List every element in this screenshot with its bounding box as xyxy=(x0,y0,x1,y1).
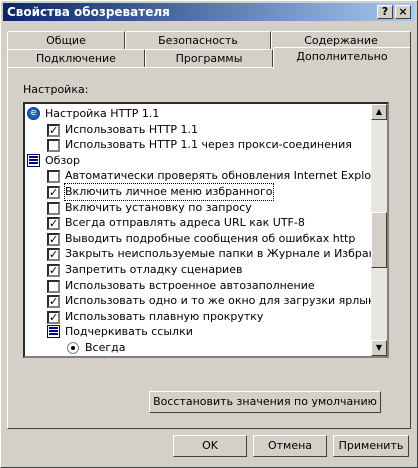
window-title: Свойства обозревателя xyxy=(7,5,170,19)
scroll-thumb[interactable] xyxy=(371,212,387,268)
apply-button[interactable]: Применить xyxy=(333,435,409,457)
settings-item-label: Использовать HTTP 1.1 xyxy=(65,122,199,136)
settings-item-label: Закрыть неиспользуемые папки в Журнале и… xyxy=(65,247,389,261)
checkbox-unchecked[interactable] xyxy=(47,139,60,153)
settings-item-label: Всегда отправлять адреса URL как UTF-8 xyxy=(65,216,305,230)
settings-item-label: Использовать HTTP 1.1 через прокси-соеди… xyxy=(65,138,352,152)
help-button[interactable]: ? xyxy=(377,5,393,19)
tab-connections[interactable]: Подключение xyxy=(7,49,145,67)
checkbox-checked[interactable]: ✓ xyxy=(47,186,60,199)
settings-item-label: Выводить подробные сообщения об ошибках … xyxy=(65,231,356,245)
tab-general[interactable]: Общие xyxy=(7,31,125,49)
close-button[interactable]: × xyxy=(395,5,411,19)
settings-item-label: Использовать одно и то же окно для загру… xyxy=(65,294,388,308)
internet-explorer-icon: e xyxy=(27,107,40,120)
checkbox-unchecked[interactable] xyxy=(47,279,60,293)
checkbox-checked[interactable]: ✓ xyxy=(47,295,60,309)
restore-defaults-button[interactable]: Восстановить значения по умолчанию xyxy=(149,391,381,413)
settings-item-label: Использовать встроенное автозаполнение xyxy=(65,278,315,292)
checkbox-unchecked[interactable] xyxy=(47,201,60,215)
settings-item-label: Использовать плавную прокрутку xyxy=(65,309,264,323)
vertical-scrollbar[interactable]: ▲ ▼ xyxy=(371,104,387,356)
cancel-button[interactable]: Отмена xyxy=(253,435,327,457)
checkbox-checked[interactable]: ✓ xyxy=(47,264,60,277)
ok-button[interactable]: OK xyxy=(173,435,247,457)
settings-item-label: Автоматически проверять обновления Inter… xyxy=(65,169,389,183)
settings-item-label: Включить установку по запросу xyxy=(65,200,252,214)
settings-label: Настройка: xyxy=(23,83,89,96)
settings-item-label: Подчеркивать ссылки xyxy=(65,325,193,339)
tab-security[interactable]: Безопасность xyxy=(125,31,271,49)
radio-button-selected[interactable] xyxy=(67,342,79,354)
scroll-down-button[interactable]: ▼ xyxy=(371,340,387,356)
tab-programs[interactable]: Программы xyxy=(145,49,273,67)
settings-item-label: Настройка HTTP 1.1 xyxy=(45,107,160,120)
internet-options-dialog: Свойства обозревателя ? × Общие Безопасн… xyxy=(0,0,418,468)
scroll-up-button[interactable]: ▲ xyxy=(371,104,387,120)
checkbox-checked[interactable]: ✓ xyxy=(47,232,60,246)
settings-item-label: Запретить отладку сценариев xyxy=(65,263,243,276)
settings-item-label: Включить личное меню избранного xyxy=(64,183,274,201)
settings-list[interactable]: e Настройка HTTP 1.1 ✓ Использовать HTTP 1.… xyxy=(23,102,389,358)
title-bar[interactable]: Свойства обозревателя ? × xyxy=(3,3,415,21)
tab-row-front: Подключение Программы Дополнительно xyxy=(7,47,411,69)
checkbox-unchecked[interactable] xyxy=(47,170,60,184)
settings-group-icon xyxy=(47,325,60,339)
settings-group-icon xyxy=(27,153,40,167)
settings-item-label: Обзор xyxy=(45,153,81,167)
tab-advanced[interactable]: Дополнительно xyxy=(273,47,411,69)
checkbox-checked[interactable]: ✓ xyxy=(47,123,60,137)
checkbox-checked[interactable]: ✓ xyxy=(47,248,60,262)
checkbox-checked[interactable]: ✓ xyxy=(47,217,60,231)
checkbox-checked[interactable]: ✓ xyxy=(47,310,60,324)
settings-item-label: Всегда xyxy=(85,341,126,354)
